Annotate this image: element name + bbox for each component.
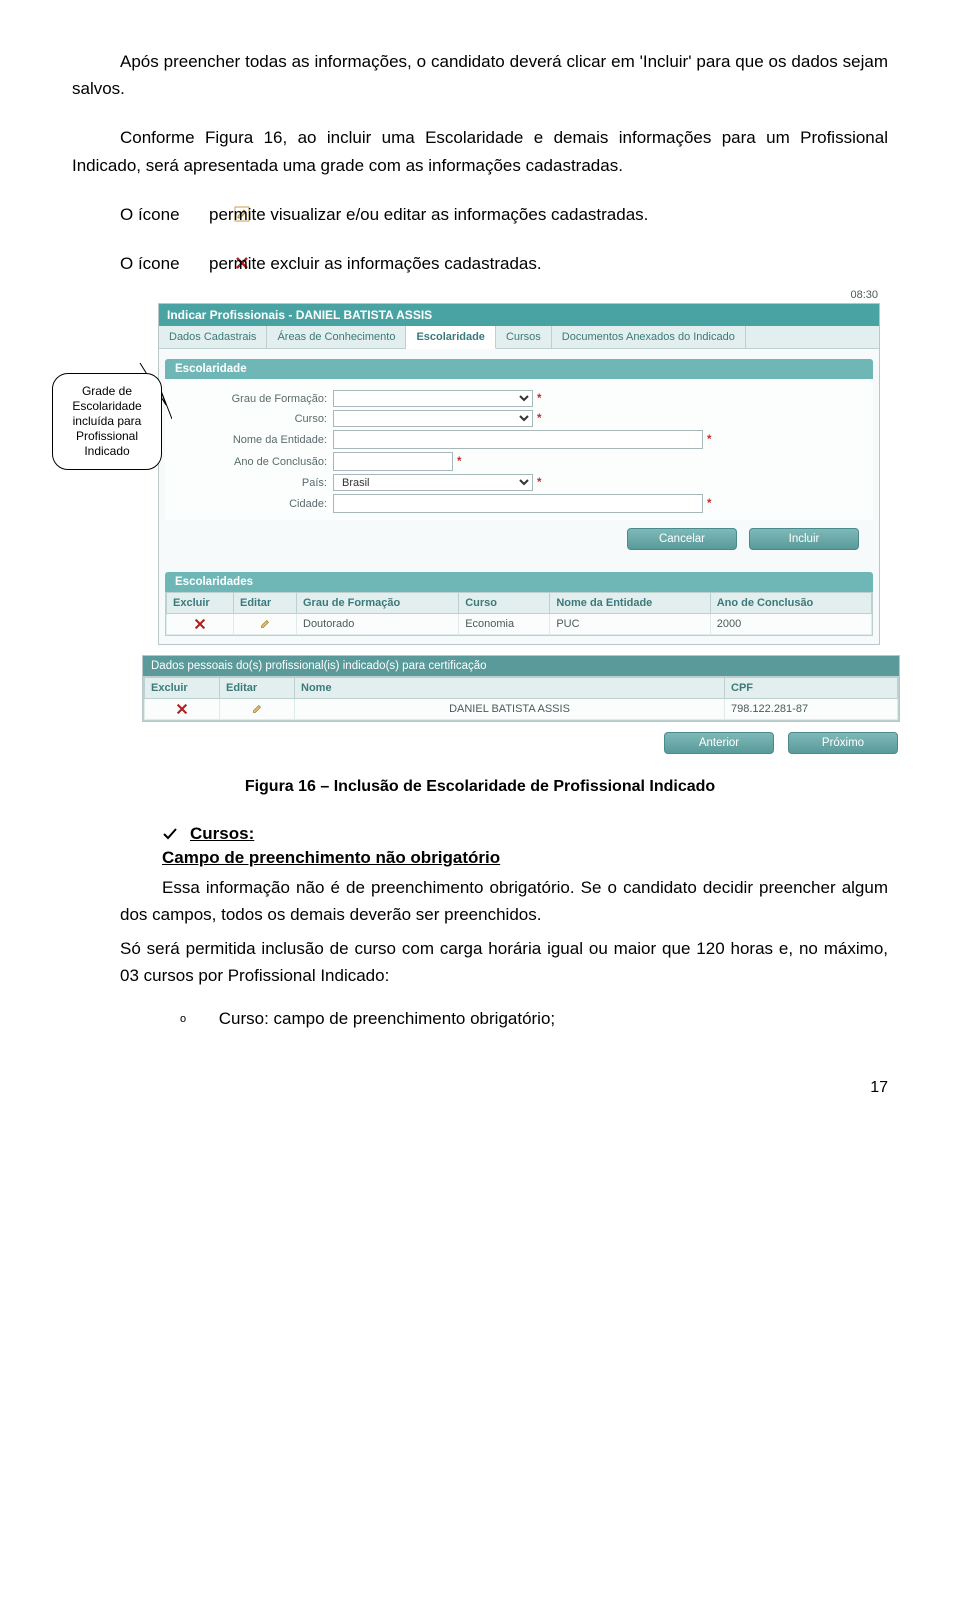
col-entidade: Nome da Entidade	[550, 593, 710, 614]
tab-cursos[interactable]: Cursos	[496, 326, 552, 348]
nav-button-row: Anterior Próximo	[142, 722, 910, 754]
paragraph-intro-2: Conforme Figura 16, ao incluir uma Escol…	[72, 124, 888, 178]
col-curso: Curso	[459, 593, 550, 614]
text-fragment: O ícone	[120, 205, 184, 224]
paragraph-edit-icon: O ícone permite visualizar e/ou editar a…	[72, 201, 888, 228]
paragraph-cursos-2: Só será permitida inclusão de curso com …	[120, 935, 888, 989]
input-ano-conclusao[interactable]	[333, 452, 453, 471]
incluir-button[interactable]: Incluir	[749, 528, 859, 550]
cell-delete[interactable]	[145, 699, 220, 720]
required-marker: *	[533, 477, 541, 489]
edit-icon	[186, 203, 202, 219]
label-pais: País:	[179, 477, 333, 489]
delete-x-icon	[175, 702, 189, 716]
col-excluir: Excluir	[167, 593, 234, 614]
page-number: 17	[72, 1079, 888, 1097]
tab-areas-conhecimento[interactable]: Áreas de Conhecimento	[267, 326, 406, 348]
table-header-row: Excluir Editar Nome CPF	[145, 678, 898, 699]
bullet-text: Curso: campo de preenchimento obrigatóri…	[219, 1009, 555, 1028]
heading-cursos: Cursos:	[190, 824, 254, 844]
anterior-button[interactable]: Anterior	[664, 732, 774, 754]
required-marker: *	[453, 456, 461, 468]
label-grau: Grau de Formação:	[179, 393, 333, 405]
input-entidade[interactable]	[333, 430, 703, 449]
text-fragment: permite excluir as informações cadastrad…	[209, 254, 542, 273]
text-fragment: O ícone	[120, 254, 184, 273]
label-entidade: Nome da Entidade:	[179, 434, 333, 446]
bullet-item-curso: o Curso: campo de preenchimento obrigató…	[180, 1009, 888, 1029]
cell-ano: 2000	[710, 614, 871, 635]
figure-screenshot-wrapper: Grade de Escolaridade incluída para Prof…	[72, 285, 888, 754]
cursos-body: Essa informação não é de preenchimento o…	[120, 874, 888, 989]
callout-bubble: Grade de Escolaridade incluída para Prof…	[52, 373, 162, 470]
cell-nome: DANIEL BATISTA ASSIS	[295, 699, 725, 720]
input-cidade[interactable]	[333, 494, 703, 513]
edit-pencil-icon	[258, 617, 272, 631]
figure-caption: Figura 16 – Inclusão de Escolaridade de …	[72, 778, 888, 796]
cell-curso: Economia	[459, 614, 550, 635]
col-excluir: Excluir	[145, 678, 220, 699]
select-grau-formacao[interactable]	[333, 390, 533, 407]
edit-pencil-icon	[250, 702, 264, 716]
col-editar: Editar	[220, 678, 295, 699]
col-ano: Ano de Conclusão	[710, 593, 871, 614]
subheading-campo: Campo de preenchimento não obrigatório	[162, 848, 888, 868]
tab-documentos[interactable]: Documentos Anexados do Indicado	[552, 326, 746, 348]
table-header-row: Excluir Editar Grau de Formação Curso No…	[167, 593, 872, 614]
required-marker: *	[703, 434, 711, 446]
delete-x-icon	[193, 617, 207, 631]
col-nome: Nome	[295, 678, 725, 699]
paragraph-delete-icon: O ícone permite excluir as informações c…	[72, 250, 888, 277]
tab-dados-cadastrais[interactable]: Dados Cadastrais	[159, 326, 267, 348]
paragraph-intro-1: Após preencher todas as informações, o c…	[72, 48, 888, 102]
required-marker: *	[533, 413, 541, 425]
label-ano: Ano de Conclusão:	[179, 456, 333, 468]
cell-grau: Doutorado	[297, 614, 459, 635]
required-marker: *	[533, 393, 541, 405]
select-pais[interactable]: Brasil	[333, 474, 533, 491]
select-curso[interactable]	[333, 410, 533, 427]
required-marker: *	[703, 498, 711, 510]
col-editar: Editar	[234, 593, 297, 614]
heading-cursos-line: Cursos:	[162, 824, 888, 844]
section-header-profissionais: Dados pessoais do(s) profissional(is) in…	[143, 656, 899, 676]
form-button-row: Cancelar Incluir	[165, 520, 873, 562]
label-cidade: Cidade:	[179, 498, 333, 510]
paragraph-cursos-1: Essa informação não é de preenchimento o…	[120, 874, 888, 928]
col-grau: Grau de Formação	[297, 593, 459, 614]
col-cpf: CPF	[725, 678, 898, 699]
app-window: Indicar Profissionais - DANIEL BATISTA A…	[158, 303, 880, 645]
window-title: Indicar Profissionais - DANIEL BATISTA A…	[159, 304, 879, 326]
text-fragment: permite visualizar e/ou editar as inform…	[209, 205, 648, 224]
cancelar-button[interactable]: Cancelar	[627, 528, 737, 550]
cell-edit[interactable]	[234, 614, 297, 635]
grid-profissionais-wrapper: Dados pessoais do(s) profissional(is) in…	[142, 655, 900, 722]
section-header-escolaridade: Escolaridade	[165, 359, 873, 379]
cell-entidade: PUC	[550, 614, 710, 635]
cell-delete[interactable]	[167, 614, 234, 635]
cell-cpf: 798.122.281-87	[725, 699, 898, 720]
timestamp-label: 08:30	[158, 285, 886, 303]
table-row: Doutorado Economia PUC 2000	[167, 614, 872, 635]
form-escolaridade: Grau de Formação: * Curso: * Nome da Ent…	[165, 379, 873, 520]
section-header-escolaridades: Escolaridades	[165, 572, 873, 592]
tab-escolaridade[interactable]: Escolaridade	[406, 326, 495, 349]
grid-escolaridades: Excluir Editar Grau de Formação Curso No…	[165, 592, 873, 636]
check-icon	[162, 826, 178, 842]
label-curso: Curso:	[179, 413, 333, 425]
cell-edit[interactable]	[220, 699, 295, 720]
bullet-marker: o	[180, 1013, 188, 1025]
table-row: DANIEL BATISTA ASSIS 798.122.281-87	[145, 699, 898, 720]
tab-bar: Dados Cadastrais Áreas de Conhecimento E…	[159, 326, 879, 349]
delete-x-icon	[186, 252, 202, 268]
proximo-button[interactable]: Próximo	[788, 732, 898, 754]
